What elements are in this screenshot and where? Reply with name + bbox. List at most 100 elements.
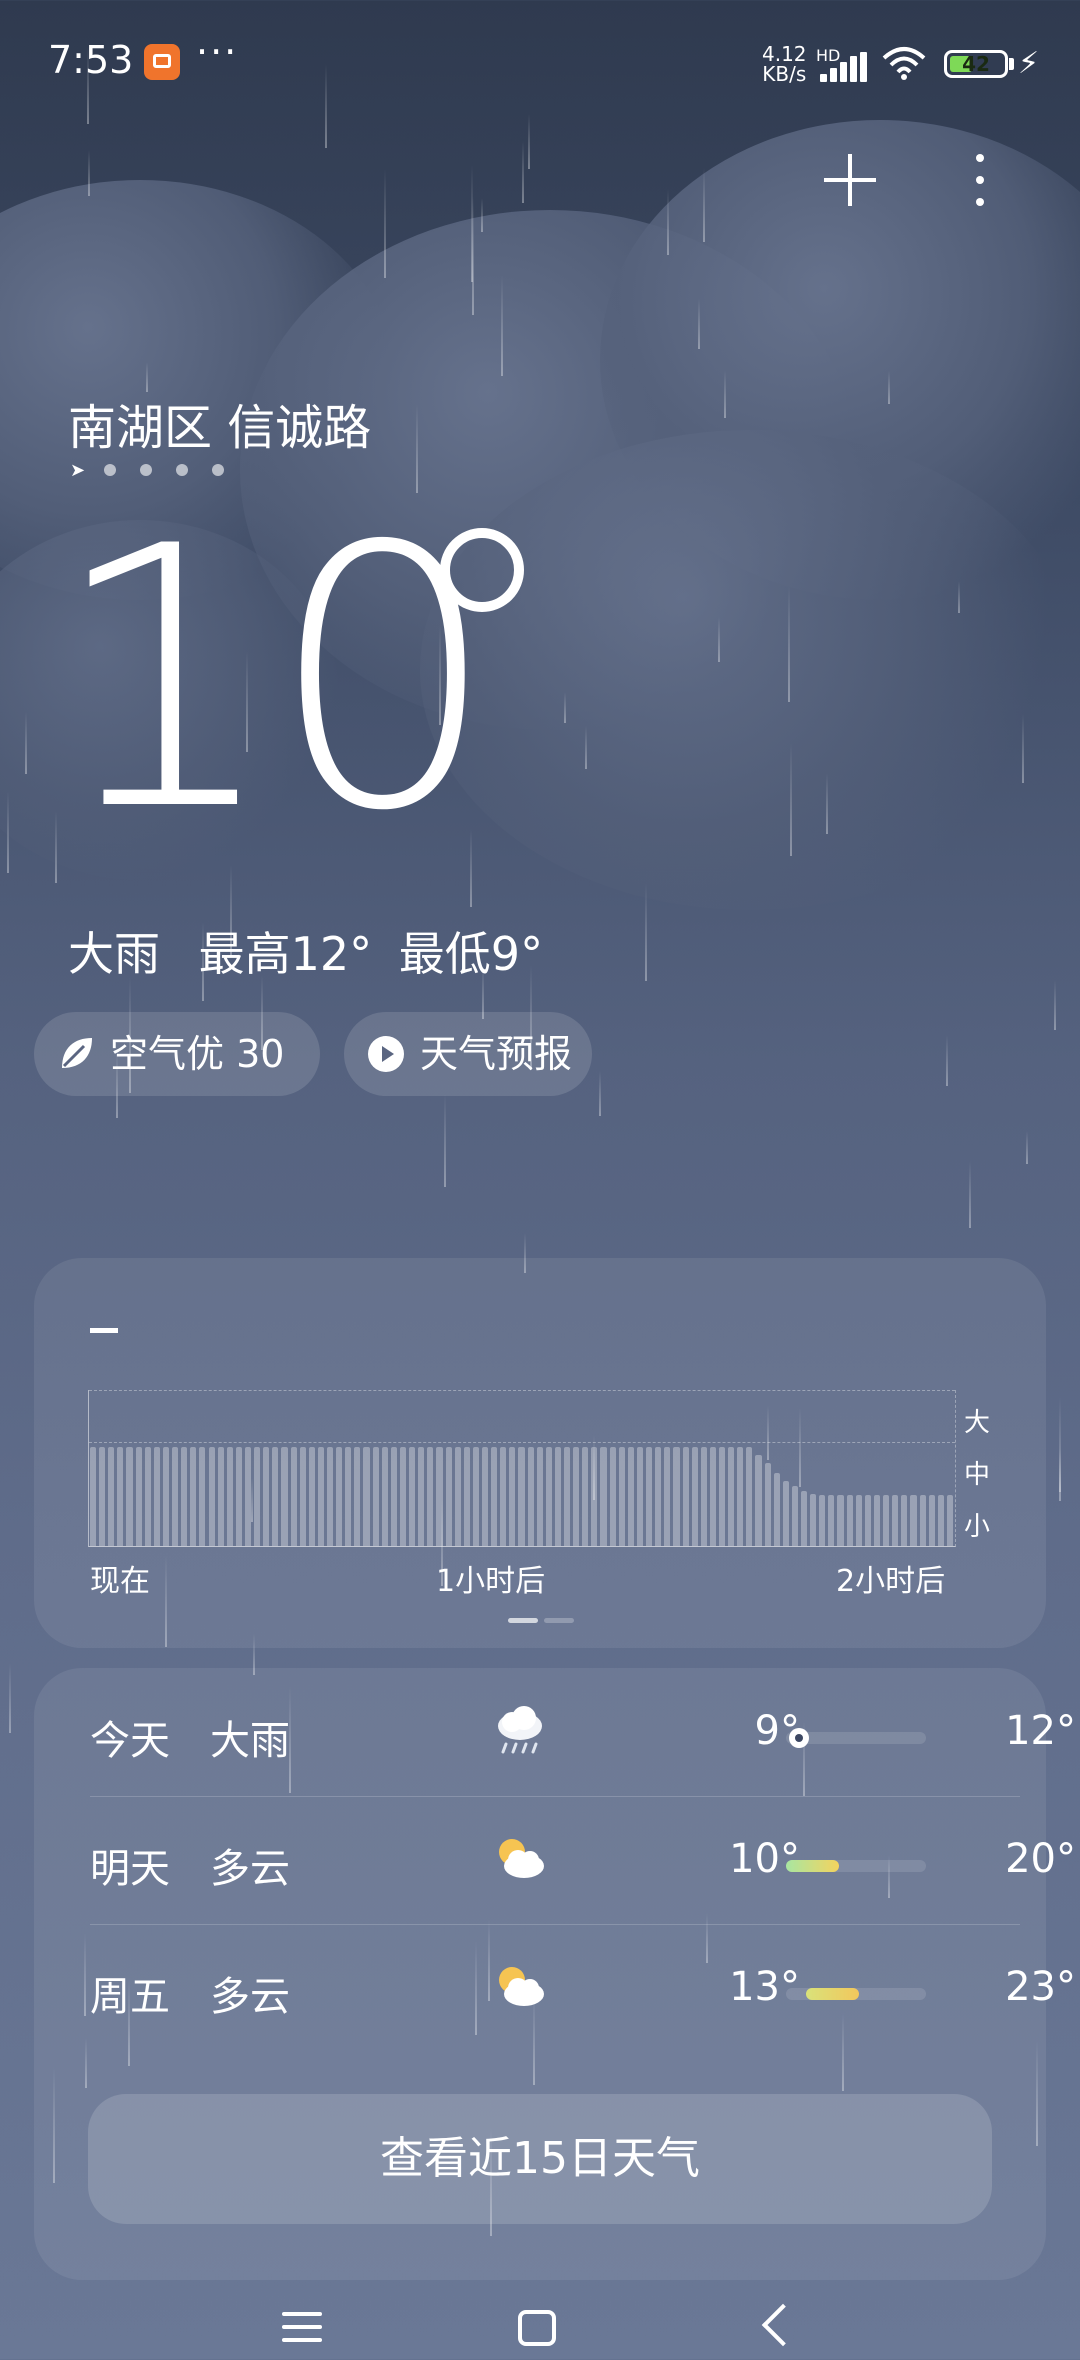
rain-streak xyxy=(969,1161,971,1228)
precipitation-bar xyxy=(108,1447,115,1546)
today-low: 最低9° xyxy=(398,927,544,981)
precipitation-bar xyxy=(536,1447,543,1546)
back-button[interactable] xyxy=(761,2303,805,2347)
rain-streak xyxy=(1059,1449,1061,1492)
precipitation-bar xyxy=(345,1447,352,1546)
precipitation-bar xyxy=(235,1447,242,1546)
notification-app-icon xyxy=(144,44,180,80)
precipitation-bar xyxy=(873,1495,881,1546)
weather-forecast-pill[interactable]: 天气预报 xyxy=(344,1012,592,1096)
precipitation-bar xyxy=(509,1447,516,1546)
battery-icon: 42 xyxy=(944,50,1008,78)
rain-streak xyxy=(698,299,700,349)
precipitation-bar xyxy=(263,1447,270,1546)
x-label-now: 现在 xyxy=(90,1564,150,1599)
precipitation-bar xyxy=(883,1495,890,1546)
rain-streak xyxy=(1022,714,1024,783)
rain-streak xyxy=(1026,1131,1028,1164)
precipitation-bar xyxy=(664,1447,671,1546)
precipitation-bar xyxy=(281,1447,288,1546)
air-quality-pill[interactable]: 空气优 30 xyxy=(34,1012,320,1096)
precipitation-bar xyxy=(846,1495,853,1546)
precipitation-bar xyxy=(518,1447,525,1546)
precipitation-bar xyxy=(855,1495,862,1546)
forecast-row[interactable]: 明天 多云 10° 20° xyxy=(90,1796,1076,1924)
precipitation-bar xyxy=(545,1447,552,1546)
precipitation-bar xyxy=(691,1447,698,1546)
current-condition: 大雨 xyxy=(68,927,160,981)
precipitation-bar xyxy=(308,1447,315,1546)
rain-streak xyxy=(1054,980,1056,1030)
rain-streak xyxy=(788,586,790,702)
precipitation-bar xyxy=(190,1447,197,1546)
precipitation-bar xyxy=(381,1447,388,1546)
precipitation-bar xyxy=(655,1447,662,1546)
rain-streak xyxy=(88,150,90,196)
level-heavy: 大 xyxy=(964,1408,991,1438)
rain-streak xyxy=(384,169,386,278)
temperature-range-bar xyxy=(786,1860,840,1872)
precipitation-bar xyxy=(481,1447,489,1546)
forecast-day: 明天 xyxy=(90,1846,170,1892)
home-button[interactable] xyxy=(518,2310,556,2346)
system-navigation-bar xyxy=(0,2296,1080,2360)
precipitation-bar xyxy=(709,1447,716,1546)
recents-button[interactable] xyxy=(282,2312,322,2342)
precipitation-bar xyxy=(864,1495,871,1546)
view-15-day-button[interactable]: 查看近15日天气 xyxy=(88,2094,992,2224)
battery-tip xyxy=(1009,58,1014,70)
precipitation-bar xyxy=(354,1447,361,1546)
precipitation-bar xyxy=(554,1447,561,1546)
precipitation-bar xyxy=(810,1494,817,1546)
precipitation-bar xyxy=(90,1447,97,1546)
forecast-low: 10° xyxy=(729,1836,800,1882)
precipitation-bar xyxy=(299,1447,306,1546)
precipitation-bar xyxy=(254,1447,261,1546)
precipitation-bar xyxy=(646,1447,653,1546)
precipitation-bar xyxy=(500,1447,507,1546)
wifi-icon xyxy=(882,47,926,80)
precipitation-bar xyxy=(390,1447,397,1546)
forecast-high: 12° xyxy=(1005,1708,1076,1754)
forecast-row[interactable]: 今天 大雨 9° 12° xyxy=(90,1668,1076,1796)
rain-streak xyxy=(888,371,890,404)
precipitation-bar xyxy=(718,1447,726,1546)
more-options-button[interactable] xyxy=(970,152,990,208)
location-name[interactable]: 南湖区 信诚路 xyxy=(68,388,371,458)
precipitation-bar xyxy=(946,1495,953,1546)
precipitation-bar xyxy=(609,1447,616,1546)
precipitation-bar xyxy=(336,1447,343,1546)
precipitation-bar xyxy=(928,1495,935,1546)
forecast-card: 今天 大雨 9° 12° 明天 多云 10° 20° 周五 多云 13° 23°… xyxy=(34,1668,1076,2280)
current-temp-marker xyxy=(789,1728,809,1748)
precipitation-bar xyxy=(937,1495,944,1546)
rain-streak xyxy=(564,692,566,723)
rain-streak xyxy=(826,773,828,834)
precipitation-bar xyxy=(819,1495,826,1546)
precipitation-bar xyxy=(445,1447,452,1546)
temperature-range-track xyxy=(786,1860,926,1872)
precipitation-bar xyxy=(199,1447,206,1546)
precipitation-bar xyxy=(755,1455,762,1546)
forecast-high: 20° xyxy=(1005,1836,1076,1882)
precipitation-bar xyxy=(582,1447,589,1546)
precipitation-bar xyxy=(627,1447,634,1546)
add-city-button[interactable] xyxy=(820,150,880,210)
play-icon xyxy=(368,1036,404,1072)
x-label-1h: 1小时后 xyxy=(436,1564,546,1599)
precipitation-bar xyxy=(591,1447,598,1546)
rain-streak xyxy=(471,165,473,282)
forecast-row[interactable]: 周五 多云 13° 23° xyxy=(90,1924,1076,2052)
rain-streak xyxy=(9,1663,11,1733)
battery-level: 42 xyxy=(962,52,990,76)
rain-streak xyxy=(501,275,503,376)
precipitation-bar xyxy=(782,1481,789,1546)
precipitation-summary xyxy=(90,1312,530,1348)
rain-streak xyxy=(790,743,792,856)
weather-forecast-label: 天气预报 xyxy=(420,1032,573,1076)
current-temperature: 10 xyxy=(50,470,498,889)
rain-streak xyxy=(522,141,524,203)
forecast-condition: 多云 xyxy=(210,1846,290,1892)
precipitation-bar xyxy=(99,1447,106,1546)
precipitation-card[interactable]: 大 中 小 现在 1小时后 2小时后 xyxy=(34,1258,1046,1648)
